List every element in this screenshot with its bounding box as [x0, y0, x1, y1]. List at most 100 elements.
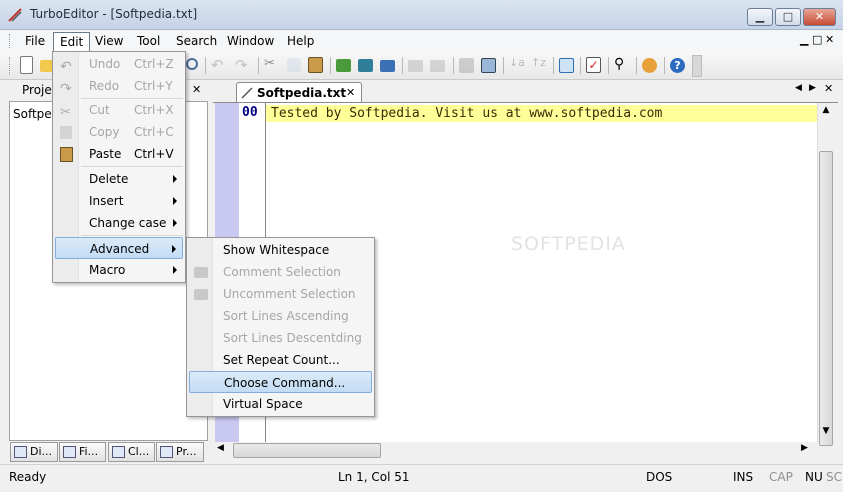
tab-project[interactable]: Pr...: [156, 442, 204, 462]
sort-asc-icon[interactable]: ↓a: [509, 56, 527, 74]
comment-icon: [194, 267, 208, 278]
scroll-left-arrow-icon[interactable]: ◀: [217, 443, 231, 457]
toolbar-copy-icon[interactable]: [287, 58, 301, 72]
num-lock: NU: [805, 470, 823, 484]
refresh-icon[interactable]: [559, 58, 574, 73]
line-number: 00: [242, 105, 258, 120]
tab-prev-button[interactable]: ◀: [795, 83, 802, 93]
menu-edit[interactable]: Edit: [53, 32, 91, 53]
uncomment-icon: [194, 289, 208, 300]
mdi-restore-button[interactable]: □: [812, 33, 822, 46]
panel-tabs: Di... Fi... Cl... Pr...: [8, 442, 209, 463]
cut-icon: ✂: [60, 105, 71, 120]
outdent-icon[interactable]: [358, 59, 373, 72]
scroll-lock: SC: [826, 470, 842, 484]
submenu-arrow-icon: [173, 197, 177, 205]
menu-window[interactable]: Window: [221, 32, 280, 51]
advanced-submenu: Show Whitespace Comment Selection Uncomm…: [186, 237, 375, 417]
tab-classes[interactable]: Cl...: [108, 442, 155, 462]
scroll-up-arrow-icon[interactable]: ▲: [819, 105, 833, 119]
status-text: Ready: [9, 470, 47, 484]
document-tab-close[interactable]: ✕: [346, 83, 355, 103]
maximize-button[interactable]: □: [775, 8, 801, 26]
editor-close-button[interactable]: ✕: [824, 82, 833, 95]
caps-lock: CAP: [769, 470, 793, 484]
panel-close-button[interactable]: ✕: [192, 83, 201, 96]
menu-item-redo[interactable]: ↷ Redo Ctrl+Y: [55, 75, 183, 97]
line-format: DOS: [646, 470, 673, 484]
toolbar-overflow-button[interactable]: [692, 55, 702, 77]
undo-icon: ↶: [60, 59, 72, 75]
mdi-close-button[interactable]: ✕: [825, 33, 834, 46]
document-tab-icon: [241, 87, 253, 99]
horizontal-scroll-thumb[interactable]: [233, 443, 381, 458]
close-button[interactable]: ✕: [803, 8, 836, 26]
tab-files[interactable]: Fi...: [59, 442, 106, 462]
sort-desc-icon[interactable]: ↑z: [531, 56, 549, 74]
menu-search[interactable]: Search: [170, 32, 223, 51]
menu-item-virtual-space[interactable]: Virtual Space: [189, 393, 372, 415]
app-icon: [8, 8, 22, 22]
spellcheck-icon[interactable]: ✓: [586, 57, 601, 73]
uncomment-toolbar-icon[interactable]: [430, 60, 445, 72]
settings-gear-icon[interactable]: [642, 58, 657, 73]
menu-item-copy[interactable]: Copy Ctrl+C: [55, 121, 183, 143]
files-icon: [63, 446, 76, 458]
vertical-scrollbar[interactable]: ▲ ▼: [817, 103, 834, 446]
menu-item-delete[interactable]: Delete: [55, 168, 183, 190]
toolbar-cut-icon[interactable]: ✂: [264, 56, 282, 74]
submenu-arrow-icon: [172, 245, 176, 253]
menu-item-comment-selection[interactable]: Comment Selection: [189, 261, 372, 283]
paste-icon: [60, 147, 73, 162]
tab-next-button[interactable]: ▶: [809, 83, 816, 93]
document-tab[interactable]: Softpedia.txt ✕: [236, 82, 362, 104]
menu-item-cut[interactable]: ✂ Cut Ctrl+X: [55, 99, 183, 121]
menu-item-set-repeat-count[interactable]: Set Repeat Count...: [189, 349, 372, 371]
window-title: TurboEditor - [Softpedia.txt]: [30, 7, 198, 21]
menu-item-sort-ascending[interactable]: Sort Lines Ascending: [189, 305, 372, 327]
help-icon[interactable]: ?: [670, 58, 685, 73]
scroll-down-arrow-icon[interactable]: ▼: [819, 426, 833, 440]
menu-tool[interactable]: Tool: [131, 32, 166, 51]
binoculars-icon[interactable]: ⚲: [614, 56, 632, 74]
horizontal-scrollbar[interactable]: ◀ ▶: [215, 442, 817, 459]
find-icon[interactable]: [186, 58, 198, 70]
menu-view[interactable]: View: [89, 32, 129, 51]
edit-menu: ↶ Undo Ctrl+Z ↷ Redo Ctrl+Y ✂ Cut Ctrl+X Copy C…: [52, 51, 186, 283]
mdi-minimize-button[interactable]: ▁: [800, 33, 808, 46]
menu-item-advanced[interactable]: Advanced: [55, 237, 183, 259]
cursor-position: Ln 1, Col 51: [338, 470, 410, 484]
scroll-right-arrow-icon[interactable]: ▶: [801, 443, 815, 457]
watermark: SOFTPEDIA: [511, 233, 626, 255]
tab-directory[interactable]: Di...: [10, 442, 58, 462]
bookmark-icon[interactable]: [459, 58, 474, 73]
toolbar-paste-icon[interactable]: [308, 57, 323, 73]
menu-help[interactable]: Help: [281, 32, 320, 51]
menu-file[interactable]: File: [19, 32, 51, 51]
comment-toolbar-icon[interactable]: [408, 60, 423, 72]
windows-icon[interactable]: [481, 58, 496, 73]
menu-item-uncomment-selection[interactable]: Uncomment Selection: [189, 283, 372, 305]
menu-item-macro[interactable]: Macro: [55, 259, 183, 281]
new-file-icon[interactable]: [20, 56, 33, 74]
insert-mode: INS: [733, 470, 754, 484]
minimize-button[interactable]: ▁: [747, 8, 773, 26]
toolbar-undo-icon[interactable]: ↶: [211, 56, 229, 74]
toolbar-redo-icon[interactable]: ↷: [235, 56, 253, 74]
indent-icon[interactable]: [336, 59, 351, 72]
copy-icon: [60, 126, 72, 139]
menu-item-undo[interactable]: ↶ Undo Ctrl+Z: [55, 53, 183, 75]
menu-item-paste[interactable]: Paste Ctrl+V: [55, 143, 183, 165]
vertical-scroll-thumb[interactable]: [819, 151, 833, 446]
document-tab-label: Softpedia.txt: [257, 86, 347, 100]
book-icon[interactable]: [380, 60, 395, 72]
menu-item-choose-command[interactable]: Choose Command...: [189, 371, 372, 393]
menu-item-show-whitespace[interactable]: Show Whitespace: [189, 239, 372, 261]
submenu-arrow-icon: [173, 219, 177, 227]
menu-item-change-case[interactable]: Change case: [55, 212, 183, 234]
folder-icon: [14, 446, 27, 458]
code-line[interactable]: Tested by Softpedia. Visit us at www.sof…: [266, 105, 817, 122]
menu-item-insert[interactable]: Insert: [55, 190, 183, 212]
clipboard-icon: [112, 446, 125, 458]
menu-item-sort-descending[interactable]: Sort Lines Descentding: [189, 327, 372, 349]
